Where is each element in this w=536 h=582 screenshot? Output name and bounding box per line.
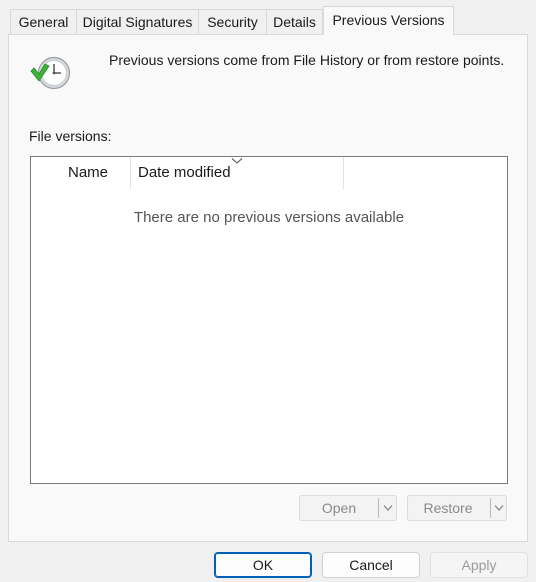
chevron-down-icon[interactable] <box>383 504 393 512</box>
chevron-down-icon <box>231 158 243 164</box>
restore-button[interactable]: Restore <box>407 495 507 521</box>
column-divider[interactable] <box>130 157 131 189</box>
column-divider[interactable] <box>343 157 344 189</box>
ok-button[interactable]: OK <box>214 552 312 578</box>
empty-message: There are no previous versions available <box>133 209 405 226</box>
tab-previous-versions[interactable]: Previous Versions <box>323 6 454 35</box>
tab-digital-signatures[interactable]: Digital Signatures <box>76 9 198 34</box>
cancel-button[interactable]: Cancel <box>322 552 420 578</box>
tab-strip: General Digital Signatures Security Deta… <box>0 0 536 35</box>
restore-button-label: Restore <box>423 500 473 516</box>
split-divider <box>490 498 491 518</box>
file-versions-label: File versions: <box>29 128 112 144</box>
previous-versions-page: Previous versions come from File History… <box>8 34 528 542</box>
tab-details[interactable]: Details <box>266 9 323 34</box>
info-text: Previous versions come from File History… <box>109 52 505 68</box>
tab-security[interactable]: Security <box>198 9 266 34</box>
chevron-down-icon[interactable] <box>494 504 504 512</box>
open-button-label: Open <box>321 500 357 516</box>
open-button[interactable]: Open <box>299 495 397 521</box>
restore-clock-icon <box>30 56 71 90</box>
column-header-date-modified[interactable]: Date modified <box>138 157 231 189</box>
column-header-name[interactable]: Name <box>68 157 108 189</box>
split-divider <box>378 498 379 518</box>
apply-button[interactable]: Apply <box>430 552 528 578</box>
file-versions-list[interactable]: Name Date modified There are no previous… <box>30 156 508 484</box>
tab-general[interactable]: General <box>10 9 76 34</box>
